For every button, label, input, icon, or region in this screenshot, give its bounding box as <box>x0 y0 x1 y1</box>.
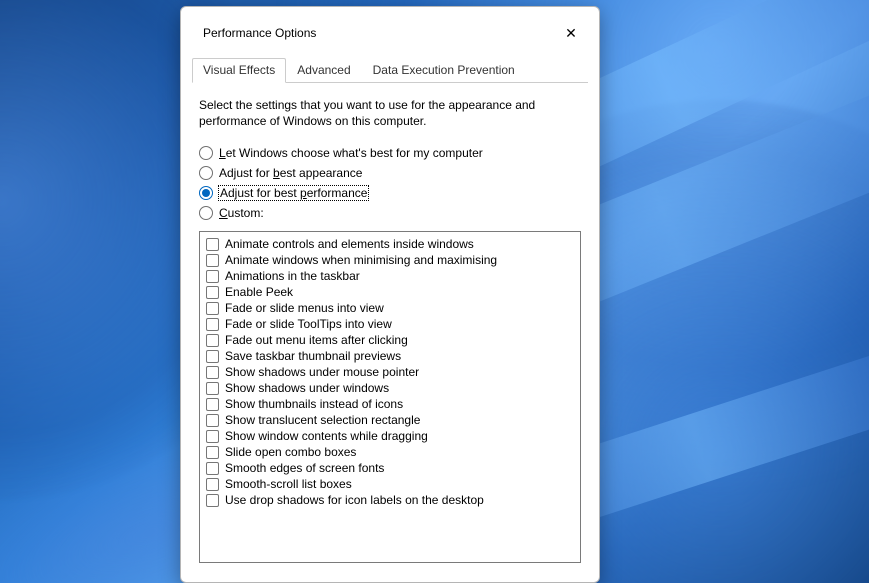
radio-label: Custom: <box>219 206 264 220</box>
check-item: Animate controls and elements inside win… <box>206 236 574 252</box>
check-label: Show thumbnails instead of icons <box>225 397 403 411</box>
check-item: Smooth-scroll list boxes <box>206 476 574 492</box>
tab-visual-effects[interactable]: Visual Effects <box>192 58 286 83</box>
check-item: Show shadows under windows <box>206 380 574 396</box>
check-item: Show window contents while dragging <box>206 428 574 444</box>
checkbox[interactable] <box>206 254 219 267</box>
checkbox[interactable] <box>206 478 219 491</box>
radio-option-2[interactable]: Adjust for best performance <box>199 183 581 203</box>
checkbox[interactable] <box>206 238 219 251</box>
tab-strip: Visual EffectsAdvancedData Execution Pre… <box>192 57 588 83</box>
radio-option-1[interactable]: Adjust for best appearance <box>199 163 581 183</box>
check-label: Show shadows under mouse pointer <box>225 365 419 379</box>
check-item: Save taskbar thumbnail previews <box>206 348 574 364</box>
check-label: Show window contents while dragging <box>225 429 428 443</box>
radio-label: Adjust for best appearance <box>219 166 362 180</box>
checkbox[interactable] <box>206 414 219 427</box>
check-label: Smooth edges of screen fonts <box>225 461 384 475</box>
checkbox[interactable] <box>206 302 219 315</box>
check-item: Slide open combo boxes <box>206 444 574 460</box>
check-label: Fade out menu items after clicking <box>225 333 408 347</box>
check-label: Use drop shadows for icon labels on the … <box>225 493 484 507</box>
checkbox[interactable] <box>206 398 219 411</box>
radio-label: Adjust for best performance <box>219 186 368 200</box>
check-item: Animations in the taskbar <box>206 268 574 284</box>
checkbox[interactable] <box>206 366 219 379</box>
effects-checklist[interactable]: Animate controls and elements inside win… <box>199 231 581 563</box>
close-button[interactable]: ✕ <box>557 19 585 47</box>
radio-button[interactable] <box>199 166 213 180</box>
checkbox[interactable] <box>206 318 219 331</box>
check-item: Fade out menu items after clicking <box>206 332 574 348</box>
radio-button[interactable] <box>199 186 213 200</box>
checkbox[interactable] <box>206 462 219 475</box>
checkbox[interactable] <box>206 494 219 507</box>
check-label: Show translucent selection rectangle <box>225 413 420 427</box>
checkbox[interactable] <box>206 286 219 299</box>
checkbox[interactable] <box>206 382 219 395</box>
check-item: Use drop shadows for icon labels on the … <box>206 492 574 508</box>
checkbox[interactable] <box>206 446 219 459</box>
check-item: Enable Peek <box>206 284 574 300</box>
tab-advanced[interactable]: Advanced <box>286 58 361 83</box>
tab-data-execution-prevention[interactable]: Data Execution Prevention <box>362 58 526 83</box>
close-icon: ✕ <box>565 26 577 40</box>
check-label: Animate windows when minimising and maxi… <box>225 253 497 267</box>
preset-radio-group: Let Windows choose what's best for my co… <box>199 143 581 223</box>
radio-button[interactable] <box>199 146 213 160</box>
check-label: Save taskbar thumbnail previews <box>225 349 401 363</box>
radio-option-3[interactable]: Custom: <box>199 203 581 223</box>
check-label: Animate controls and elements inside win… <box>225 237 474 251</box>
radio-option-0[interactable]: Let Windows choose what's best for my co… <box>199 143 581 163</box>
check-label: Smooth-scroll list boxes <box>225 477 352 491</box>
check-label: Animations in the taskbar <box>225 269 360 283</box>
dialog-title: Performance Options <box>203 26 316 40</box>
tab-content-visual-effects: Select the settings that you want to use… <box>181 83 599 582</box>
check-label: Slide open combo boxes <box>225 445 356 459</box>
check-item: Smooth edges of screen fonts <box>206 460 574 476</box>
check-label: Enable Peek <box>225 285 293 299</box>
titlebar: Performance Options ✕ <box>181 7 599 57</box>
check-item: Show thumbnails instead of icons <box>206 396 574 412</box>
checkbox[interactable] <box>206 270 219 283</box>
performance-options-dialog: Performance Options ✕ Visual EffectsAdva… <box>180 6 600 583</box>
checkbox[interactable] <box>206 430 219 443</box>
check-label: Fade or slide menus into view <box>225 301 384 315</box>
radio-label: Let Windows choose what's best for my co… <box>219 146 483 160</box>
check-label: Show shadows under windows <box>225 381 389 395</box>
checkbox[interactable] <box>206 334 219 347</box>
check-item: Show translucent selection rectangle <box>206 412 574 428</box>
checkbox[interactable] <box>206 350 219 363</box>
check-label: Fade or slide ToolTips into view <box>225 317 392 331</box>
radio-button[interactable] <box>199 206 213 220</box>
check-item: Fade or slide menus into view <box>206 300 574 316</box>
check-item: Fade or slide ToolTips into view <box>206 316 574 332</box>
check-item: Show shadows under mouse pointer <box>206 364 574 380</box>
check-item: Animate windows when minimising and maxi… <box>206 252 574 268</box>
description-text: Select the settings that you want to use… <box>199 97 559 129</box>
